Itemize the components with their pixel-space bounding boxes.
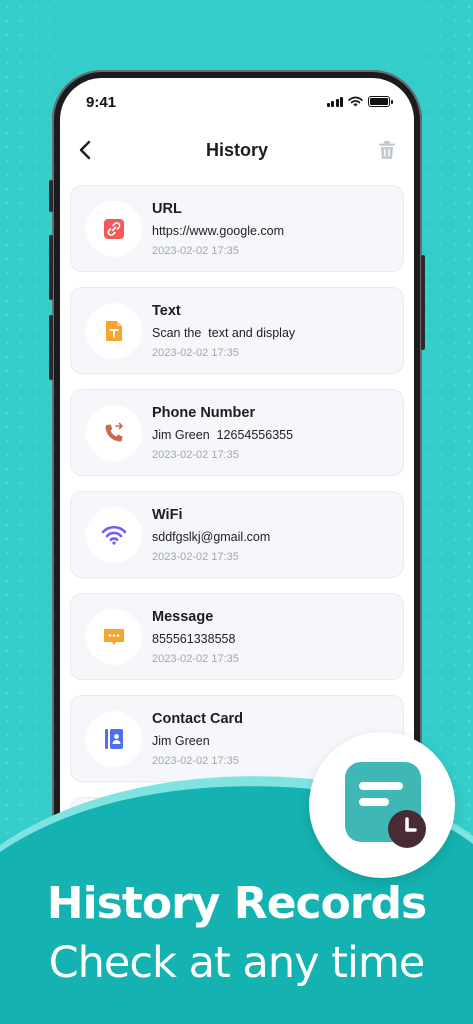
history-item-message[interactable]: Message 855561338558 2023-02-02 17:35 [70, 593, 404, 680]
item-date: 2023-02-02 17:35 [152, 449, 239, 461]
status-time: 9:41 [86, 94, 117, 111]
item-title: URL [152, 201, 182, 217]
icon-circle [86, 711, 142, 767]
item-content: https://www.google.com [152, 224, 285, 238]
item-title: WiFi [152, 507, 183, 523]
volume-up-button [49, 235, 53, 300]
status-icons [326, 96, 393, 107]
item-content: Scan the text and display [152, 326, 296, 340]
phone-icon [105, 422, 123, 442]
history-item-phone-number[interactable]: Phone Number Jim Green 12654556355 2023-… [70, 389, 404, 476]
item-date: 2023-02-02 17:35 [152, 245, 239, 257]
history-badge [309, 732, 455, 878]
icon-circle [86, 303, 142, 359]
history-item-wifi[interactable]: WiFi sddfgslkj@gmail.com 2023-02-02 17:3… [70, 491, 404, 578]
signal-icon [326, 96, 343, 107]
status-bar: 9:41 [60, 78, 414, 122]
item-content: 855561338558 [152, 632, 236, 646]
message-icon [104, 629, 124, 645]
item-title: Phone Number [152, 405, 256, 421]
history-item-text[interactable]: Text Scan the text and display 2023-02-0… [70, 287, 404, 374]
item-content: Jim Green 12654556355 [152, 428, 294, 442]
item-content: sddfgslkj@gmail.com [152, 530, 271, 544]
item-title: Message [152, 609, 214, 625]
item-content: Jim Green [152, 734, 210, 748]
item-date: 2023-02-02 17:35 [152, 653, 239, 665]
trash-icon[interactable] [376, 139, 398, 161]
icon-circle [86, 201, 142, 257]
history-item-url[interactable]: URL https://www.google.com 2023-02-02 17… [70, 185, 404, 272]
item-title: Text [152, 303, 181, 319]
contact-card-icon [105, 729, 123, 749]
link-icon [104, 219, 124, 239]
history-list-icon [345, 762, 426, 848]
headline-title: History Records [46, 878, 427, 929]
wifi-icon [101, 525, 127, 545]
item-date: 2023-02-02 17:35 [152, 755, 239, 767]
document-icon [106, 321, 122, 341]
icon-circle [86, 507, 142, 563]
icon-circle [86, 609, 142, 665]
page-title: History [205, 140, 268, 160]
headline-subtitle: Check at any time [48, 938, 426, 988]
wifi-status-icon [348, 96, 363, 107]
power-button [421, 255, 425, 350]
item-date: 2023-02-02 17:35 [152, 347, 239, 359]
icon-circle [86, 405, 142, 461]
volume-down-button [49, 315, 53, 380]
battery-icon [368, 96, 393, 107]
item-date: 2023-02-02 17:35 [152, 551, 239, 563]
item-title: Contact Card [152, 711, 244, 727]
mute-switch [49, 180, 53, 212]
nav-bar: History [60, 130, 414, 170]
